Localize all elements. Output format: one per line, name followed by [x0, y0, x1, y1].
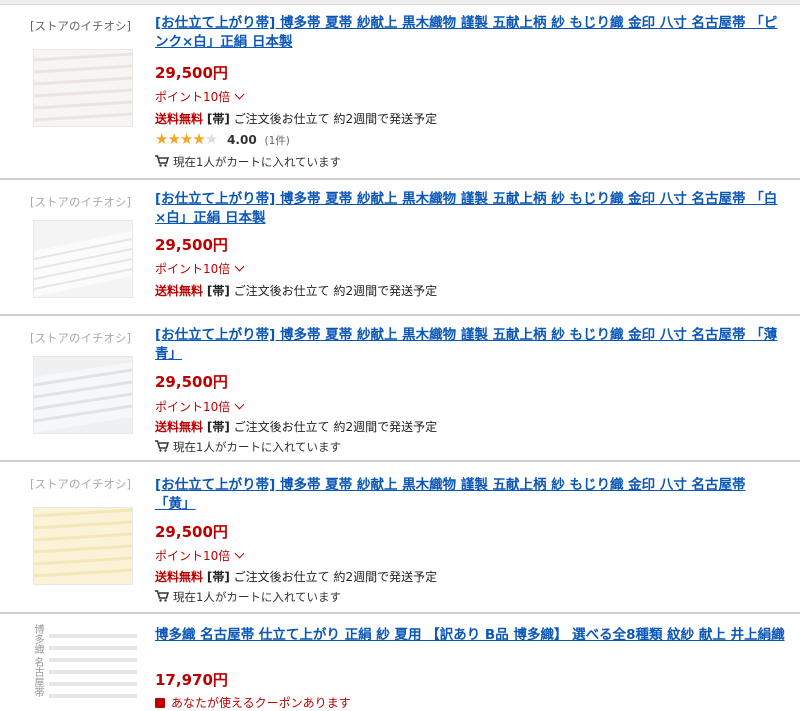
point-dropdown[interactable]: ポイント10倍: [155, 547, 245, 564]
obi-yellow-image: [34, 508, 132, 584]
store-pick-badge: [ストアのイチオシ]: [30, 331, 131, 345]
obi-pink-image: [34, 50, 132, 126]
price: 29,500円: [155, 523, 228, 541]
product-title-link[interactable]: [お仕立て上がり帯] 博多帯 夏帯 紗献上 黒木織物 謹製 五献上柄 紗 もじり…: [155, 326, 785, 364]
product-title-link[interactable]: [お仕立て上がり帯] 博多帯 夏帯 紗献上 黒木織物 謹製 五献上柄 紗 もじり…: [155, 14, 785, 52]
price: 29,500円: [155, 64, 228, 82]
price: 29,500円: [155, 236, 228, 254]
product-thumbnail[interactable]: [33, 220, 133, 298]
point-dropdown[interactable]: ポイント10倍: [155, 88, 245, 105]
obi-white-image: [34, 221, 132, 297]
chevron-down-icon: [234, 548, 245, 559]
coupon-notice[interactable]: あなたが使えるクーポンあります: [155, 694, 351, 711]
list-item: [ストアのイチオシ] [お仕立て上がり帯] 博多帯 夏帯 紗献上 黒木織物 謹製…: [0, 316, 800, 462]
list-item: [ストアのイチオシ] [お仕立て上がり帯] 博多帯 夏帯 紗献上 黒木織物 謹製…: [0, 462, 800, 614]
star-rating-icon: ★★★★★: [155, 130, 218, 148]
chevron-down-icon: [234, 89, 245, 100]
thumbnail-caption: 博多織 名古屋帯: [32, 624, 43, 698]
product-title-link[interactable]: 博多織 名古屋帯 仕立て上がり 正絹 紗 夏用 【訳あり B品 博多織】 選べる…: [155, 626, 785, 645]
cart-status: 現在1人がカートに入れています: [155, 439, 341, 455]
rating[interactable]: ★★★★★ 4.00 (1件): [155, 130, 290, 148]
cart-icon: [155, 155, 169, 167]
cart-icon: [155, 590, 169, 602]
chevron-down-icon: [234, 261, 245, 272]
shipping-info: 送料無料 [帯] ご注文後お仕立て 約2週間で発送予定: [155, 570, 438, 584]
product-title-link[interactable]: [お仕立て上がり帯] 博多帯 夏帯 紗献上 黒木織物 謹製 五献上柄 紗 もじり…: [155, 190, 785, 228]
product-title-link[interactable]: [お仕立て上がり帯] 博多帯 夏帯 紗献上 黒木織物 謹製 五献上柄 紗 もじり…: [155, 476, 785, 514]
store-pick-badge: [ストアのイチオシ]: [30, 19, 131, 33]
price: 29,500円: [155, 373, 228, 391]
cart-icon: [155, 440, 169, 452]
chevron-down-icon: [234, 399, 245, 410]
shipping-info: 送料無料 [帯] ご注文後お仕立て 約2週間で発送予定: [155, 112, 438, 126]
cart-status: 現在1人がカートに入れています: [155, 589, 341, 605]
list-item: [ストアのイチオシ] [お仕立て上がり帯] 博多帯 夏帯 紗献上 黒木織物 謹製…: [0, 180, 800, 316]
point-dropdown[interactable]: ポイント10倍: [155, 260, 245, 277]
shipping-info: 送料無料 [帯] ご注文後お仕立て 約2週間で発送予定: [155, 284, 438, 298]
list-item: [ストアのイチオシ] [お仕立て上がり帯] 博多帯 夏帯 紗献上 黒木織物 謹製…: [0, 4, 800, 180]
product-thumbnail[interactable]: [33, 49, 133, 127]
obi-light-blue-image: [34, 357, 132, 433]
list-item: 博多織 名古屋帯 博多織 名古屋帯 仕立て上がり 正絹 紗 夏用 【訳あり B品…: [0, 614, 800, 710]
store-pick-badge: [ストアのイチオシ]: [30, 195, 131, 209]
product-thumbnail[interactable]: 博多織 名古屋帯: [25, 620, 143, 708]
cart-status: 現在1人がカートに入れています: [155, 154, 341, 170]
store-pick-badge: [ストアのイチオシ]: [30, 477, 131, 491]
product-thumbnail[interactable]: [33, 356, 133, 434]
point-dropdown[interactable]: ポイント10倍: [155, 398, 245, 415]
product-thumbnail[interactable]: [33, 507, 133, 585]
shipping-info: 送料無料 [帯] ご注文後お仕立て 約2週間で発送予定: [155, 420, 438, 434]
coupon-ticket-icon: [155, 698, 165, 708]
review-count-link: (1件): [264, 135, 290, 147]
price: 17,970円: [155, 671, 228, 689]
